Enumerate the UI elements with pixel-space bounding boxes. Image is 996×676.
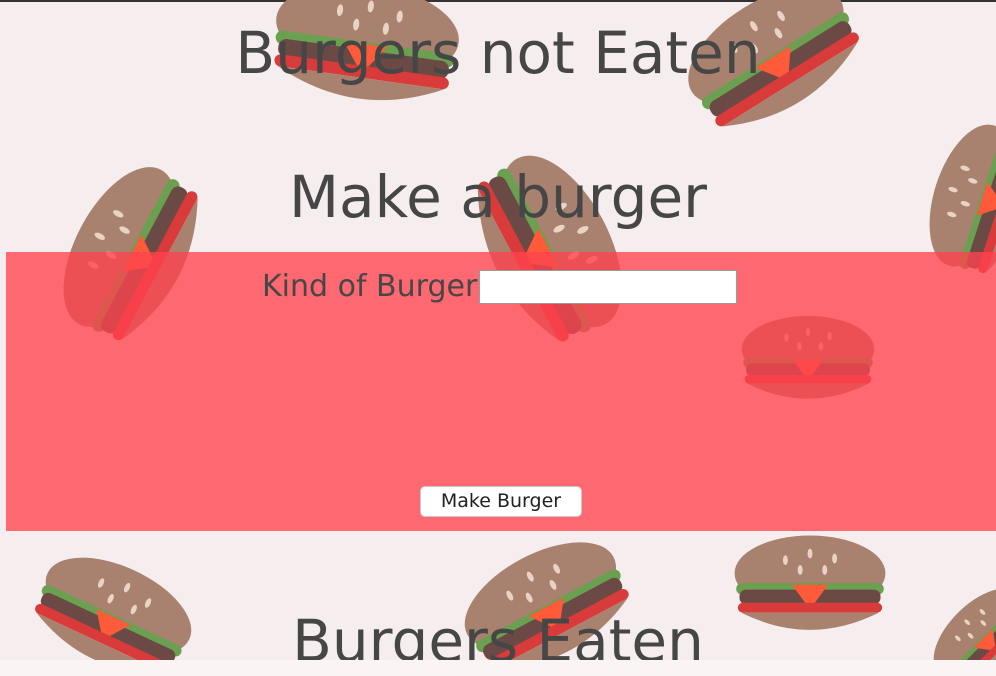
kind-of-burger-label: Kind of Burger — [262, 269, 478, 304]
kind-of-burger-input[interactable] — [479, 270, 737, 304]
burgers-not-eaten-heading: Burgers not Eaten — [235, 19, 761, 87]
make-burger-button[interactable]: Make Burger — [420, 486, 582, 517]
make-burger-form: Kind of Burger Make Burger — [6, 252, 996, 531]
page-bottom-strip — [0, 660, 996, 676]
make-a-burger-heading: Make a burger — [289, 163, 707, 231]
